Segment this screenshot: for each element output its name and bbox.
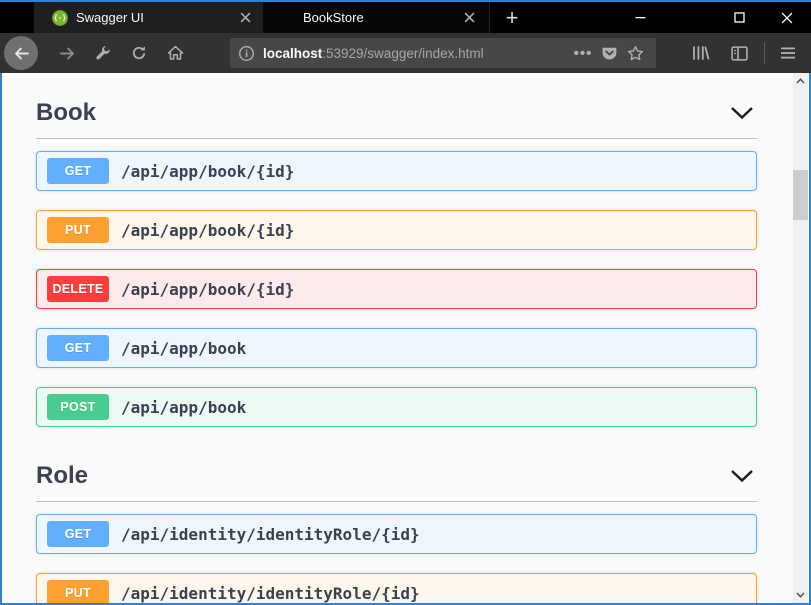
method-badge: GET	[47, 521, 109, 547]
tab-title: BookStore	[303, 10, 457, 25]
sidebar-toggle-button[interactable]	[724, 38, 754, 68]
url-bar[interactable]: localhost:53929/swagger/index.html •••	[230, 38, 656, 68]
pocket-icon[interactable]	[596, 40, 622, 66]
method-badge: GET	[47, 335, 109, 361]
hamburger-icon	[780, 46, 796, 60]
site-info-icon[interactable]	[238, 45, 255, 62]
operations-list: GET/api/identity/identityRole/{id}PUT/ap…	[36, 514, 757, 605]
method-badge: GET	[47, 158, 109, 184]
tab-title: Swagger UI	[76, 10, 233, 25]
url-text[interactable]: localhost:53929/swagger/index.html	[263, 46, 570, 61]
operation-path: /api/identity/identityRole/{id}	[121, 525, 420, 544]
menu-button[interactable]	[773, 38, 803, 68]
api-section-role: RoleGET/api/identity/identityRole/{id}PU…	[36, 446, 757, 605]
new-tab-button[interactable]: +	[497, 2, 527, 33]
reload-icon	[131, 45, 147, 61]
opblock-post[interactable]: POST/api/app/book	[36, 387, 757, 427]
operation-path: /api/app/book/{id}	[121, 280, 294, 299]
opblock-get[interactable]: GET/api/app/book	[36, 328, 757, 368]
wrench-tools-button[interactable]	[88, 38, 118, 68]
section-title: Book	[36, 97, 96, 129]
url-path: :53929/swagger/index.html	[322, 46, 483, 61]
back-arrow-icon	[13, 45, 30, 62]
api-sections: BookGET/api/app/book/{id}PUT/api/app/boo…	[2, 73, 809, 605]
sidebar-icon	[731, 46, 748, 61]
window-maximize-button[interactable]	[716, 2, 762, 33]
forward-button[interactable]	[52, 38, 82, 68]
method-badge: PUT	[47, 217, 109, 243]
operation-path: /api/app/book	[121, 339, 246, 358]
window-close-button[interactable]	[764, 2, 810, 33]
section-header[interactable]: Book	[36, 73, 757, 129]
chevron-down-icon[interactable]	[729, 469, 755, 483]
opblock-put[interactable]: PUT/api/identity/identityRole/{id}	[36, 573, 757, 605]
opblock-delete[interactable]: DELETE/api/app/book/{id}	[36, 269, 757, 309]
library-icon	[692, 45, 710, 61]
operations-list: GET/api/app/book/{id}PUT/api/app/book/{i…	[36, 151, 757, 427]
tab-bookstore[interactable]: BookStore	[263, 2, 490, 33]
method-badge: DELETE	[47, 276, 109, 302]
back-button[interactable]	[4, 36, 38, 70]
page-actions-ellipsis-icon[interactable]: •••	[570, 40, 596, 66]
bookmark-star-icon[interactable]	[622, 40, 648, 66]
chevron-down-icon[interactable]	[729, 106, 755, 120]
opblock-get[interactable]: GET/api/identity/identityRole/{id}	[36, 514, 757, 554]
library-button[interactable]	[686, 38, 716, 68]
forward-arrow-icon	[59, 45, 76, 62]
scrollbar-thumb[interactable]	[793, 170, 808, 220]
navigation-toolbar: localhost:53929/swagger/index.html •••	[0, 33, 811, 73]
page-content: BookGET/api/app/book/{id}PUT/api/app/boo…	[0, 73, 811, 605]
swagger-favicon-icon: {-}	[52, 10, 68, 26]
operation-path: /api/app/book/{id}	[121, 162, 294, 181]
tab-bar: {-} Swagger UI BookStore +	[0, 2, 811, 33]
section-header[interactable]: Role	[36, 446, 757, 492]
tab-swagger-ui[interactable]: {-} Swagger UI	[34, 2, 263, 33]
method-badge: POST	[47, 394, 109, 420]
scroll-down-icon[interactable]	[793, 587, 808, 603]
wrench-icon	[95, 45, 111, 61]
vertical-scrollbar[interactable]	[793, 73, 808, 603]
home-icon	[167, 45, 184, 61]
operation-path: /api/app/book	[121, 398, 246, 417]
opblock-put[interactable]: PUT/api/app/book/{id}	[36, 210, 757, 250]
browser-window: {-} Swagger UI BookStore +	[0, 0, 811, 605]
tab-close-icon[interactable]	[233, 6, 257, 30]
method-badge: PUT	[47, 580, 109, 605]
reload-button[interactable]	[124, 38, 154, 68]
section-divider	[36, 138, 757, 139]
opblock-get[interactable]: GET/api/app/book/{id}	[36, 151, 757, 191]
toolbar-separator	[764, 42, 765, 64]
toolbar-right-group	[678, 38, 803, 68]
operation-path: /api/app/book/{id}	[121, 221, 294, 240]
titlebar-drag-space	[0, 2, 34, 33]
window-minimize-button[interactable]	[617, 2, 663, 33]
scroll-up-icon[interactable]	[793, 73, 808, 89]
tab-close-icon[interactable]	[457, 6, 481, 30]
url-host: localhost	[263, 46, 322, 61]
section-title: Role	[36, 460, 88, 492]
operation-path: /api/identity/identityRole/{id}	[121, 584, 420, 603]
home-button[interactable]	[160, 38, 190, 68]
api-section-book: BookGET/api/app/book/{id}PUT/api/app/boo…	[36, 73, 757, 427]
section-divider	[36, 501, 757, 502]
